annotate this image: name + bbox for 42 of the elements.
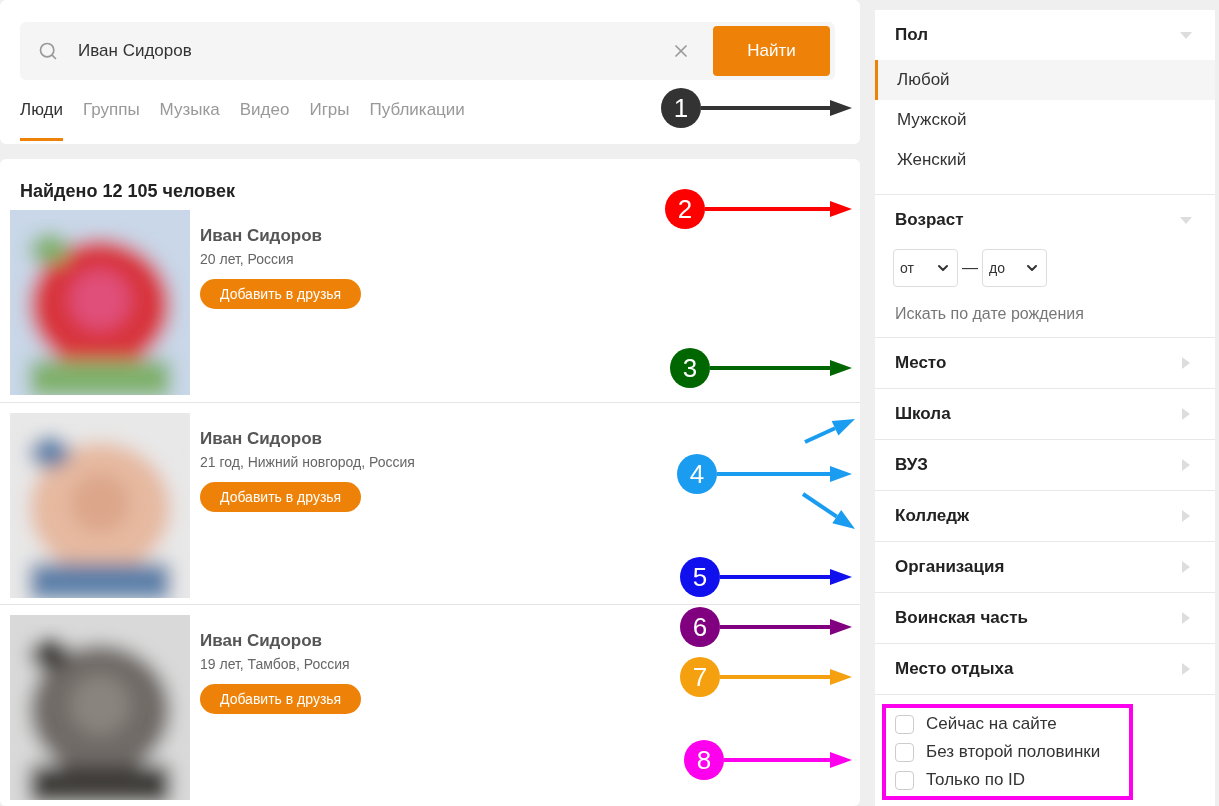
person-name[interactable]: Иван Сидоров (200, 226, 322, 246)
filter-title[interactable]: Возраст (895, 210, 964, 230)
number-marker: 7 (680, 657, 720, 697)
filter-option[interactable]: Любой (875, 60, 1215, 100)
filter-row[interactable]: ВУЗ (875, 440, 1215, 491)
search-icon (38, 41, 58, 61)
birthdate-link[interactable]: Искать по дате рождения (875, 305, 1215, 323)
tab[interactable]: Люди (20, 100, 63, 141)
results-heading: Найдено 12 105 человек (20, 181, 236, 202)
checkbox[interactable] (895, 770, 914, 790)
person-details: 19 лет, Тамбов, Россия (200, 656, 350, 672)
number-marker: 6 (680, 607, 720, 647)
number-marker: 2 (665, 189, 705, 229)
person-details: 21 год, Нижний новгород, Россия (200, 454, 415, 470)
filter-row[interactable]: Организация (875, 542, 1215, 593)
search-field[interactable]: Иван Сидоров Найти (20, 22, 835, 80)
number-marker: 8 (684, 740, 724, 780)
filter-option[interactable]: Мужской (875, 100, 1215, 140)
checkbox-label[interactable]: Только по ID (926, 770, 1026, 790)
person-details: 20 лет, Россия (200, 251, 294, 267)
filter-title[interactable]: Пол (895, 25, 928, 45)
filter-row[interactable]: Колледж (875, 491, 1215, 542)
filter-row[interactable]: Воинская часть (875, 593, 1215, 644)
person-name[interactable]: Иван Сидоров (200, 429, 322, 449)
checkbox[interactable] (895, 742, 914, 762)
arrow (801, 492, 855, 529)
filter-row[interactable]: Место (875, 338, 1215, 389)
filter-row[interactable]: Школа (875, 389, 1215, 440)
age-from-select[interactable]: от (893, 249, 958, 287)
range-dash: — (962, 259, 978, 277)
number-marker: 4 (677, 454, 717, 494)
number-marker: 1 (661, 88, 701, 128)
age-to-select[interactable]: до (982, 249, 1047, 287)
checkbox[interactable] (895, 714, 914, 734)
arrow (804, 419, 855, 444)
checkbox-label[interactable]: Без второй половинки (926, 742, 1101, 762)
person-name[interactable]: Иван Сидоров (200, 631, 322, 651)
number-marker: 3 (670, 348, 710, 388)
filter-option[interactable]: Женский (875, 140, 1215, 180)
number-marker: 5 (680, 557, 720, 597)
checkbox-label[interactable]: Сейчас на сайте (926, 714, 1057, 734)
filter-row[interactable]: Место отдыха (875, 644, 1215, 695)
